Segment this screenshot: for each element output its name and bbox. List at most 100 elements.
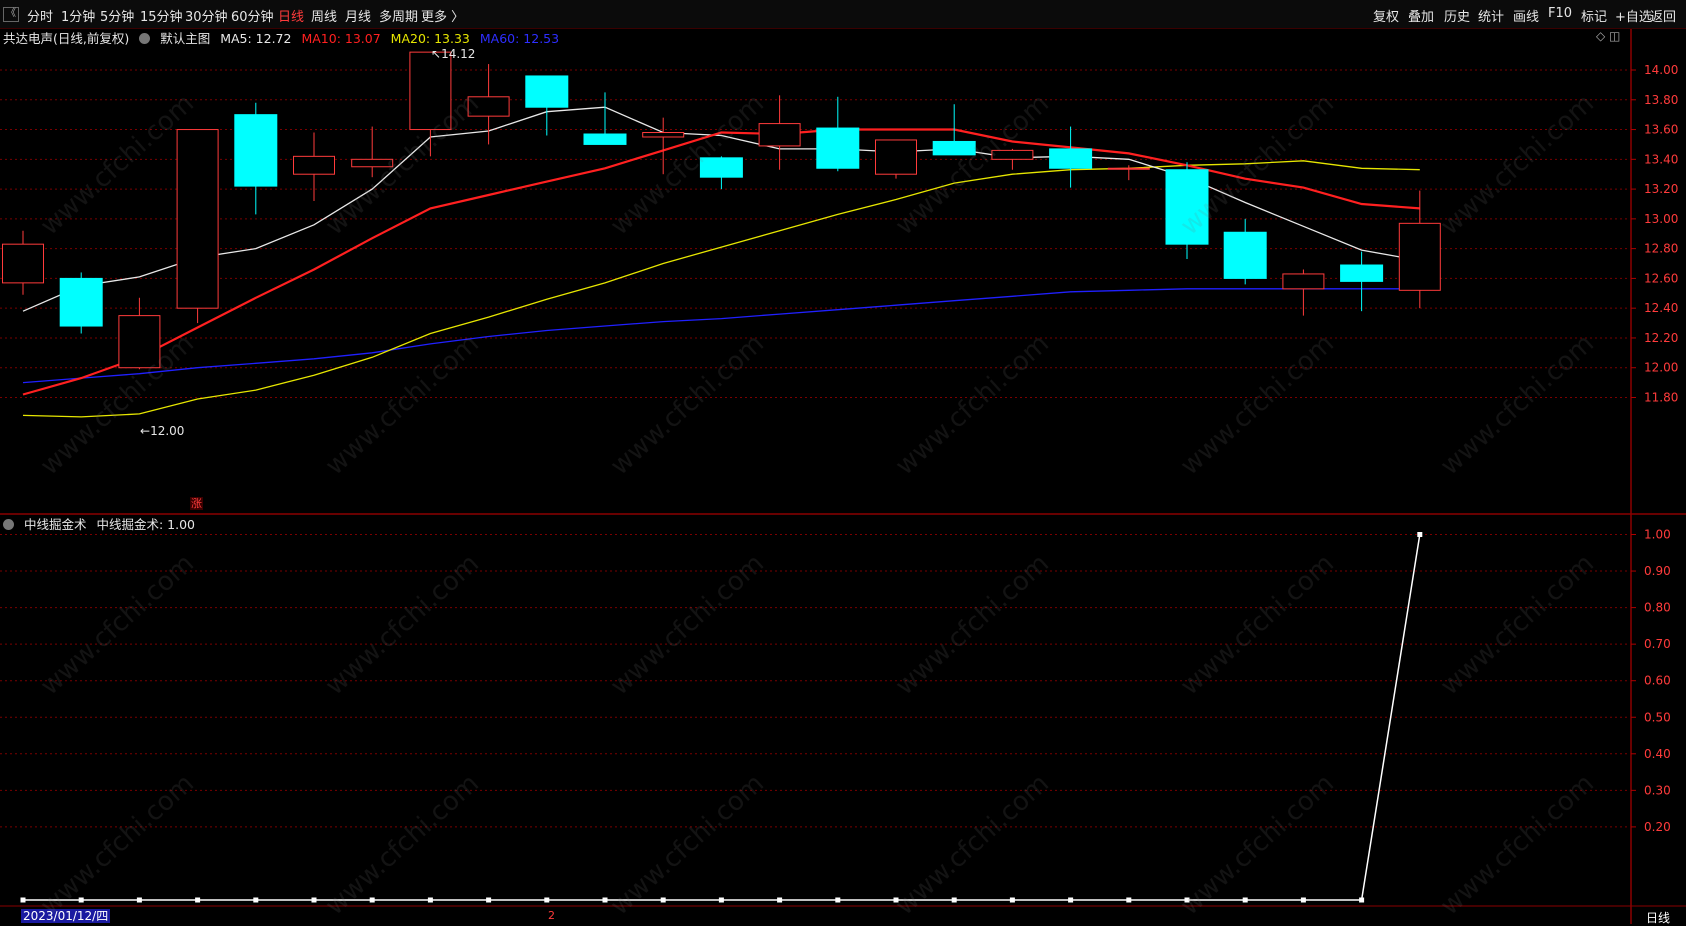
ma20-label: MA20: 13.33 [390,31,470,46]
price-tick-label: 13.00 [1644,212,1678,226]
candle-body [642,132,685,138]
moving-average-lines [22,106,1420,418]
candle-22 [1282,269,1325,316]
indicator-point [777,897,783,903]
candle-body [525,75,569,108]
candle-body [816,127,860,169]
candle-4 [234,102,278,215]
candle-body [1165,169,1209,245]
indicator-point [718,897,724,903]
stock-title[interactable]: 共达电声(日线,前复权) [3,31,129,46]
indicator-point [660,897,666,903]
indicator-point [951,897,957,903]
indicator-point [486,897,492,903]
candle-21 [1223,218,1267,285]
candle-body [467,96,510,117]
candle-7 [409,51,452,157]
kline-chart[interactable]: 14.00 13.80 13.60 13.40 13.20 13.00 12.80 12.60… [0,0,1686,924]
indicator-point [253,897,259,903]
indicator-tick-label: 0.20 [1644,820,1671,834]
cursor-date: 2023/01/12/四 [21,909,111,923]
candle-body [1282,273,1325,290]
settings-dot-icon[interactable] [139,33,151,44]
price-tick-label: 11.80 [1644,391,1678,405]
main-chart-label[interactable]: 默认主图 [160,31,210,46]
indicator-tick-label: 0.30 [1644,783,1671,797]
limit-up-marker[interactable]: 涨 [190,497,203,510]
candle-body [59,277,103,327]
indicator-legend: 中线掘金术 中线掘金术: 1.00 [3,514,201,533]
indicator-point [893,897,899,903]
indicator-point [602,897,608,903]
price-tick-label: 13.40 [1644,152,1678,166]
candle-body [875,139,917,175]
indicator-point [369,897,375,903]
candle-13 [758,95,801,170]
candle-body [351,158,394,168]
indicator-tick-label: 0.50 [1644,710,1671,724]
price-tick-label: 13.60 [1644,123,1678,137]
indicator-tick-label: 0.40 [1644,747,1671,761]
ma60-line [22,288,1420,384]
indicator-point [1126,897,1132,903]
indicator-point [835,897,841,903]
pane-control-icons[interactable]: ◇ ◫ [1596,29,1620,43]
candle-body [2,243,44,284]
indicator-settings-icon[interactable] [3,519,14,530]
indicator-tick-label: 0.80 [1644,601,1671,615]
indicator-title[interactable]: 中线掘金术 [24,517,87,532]
candle-body [758,123,801,147]
price-tick-label: 12.20 [1644,331,1678,345]
indicator-tick-label: 1.00 [1644,528,1671,542]
candle-body [176,129,219,309]
indicator-point [1359,897,1365,903]
indicator-point [1068,897,1074,903]
price-tick-label: 12.40 [1644,301,1678,315]
indicator-point [1184,897,1190,903]
high-price-annotation: ↖14.12 [431,47,476,61]
price-tick-label: 13.80 [1644,93,1678,107]
candle-17 [991,148,1034,170]
candle-body [293,155,335,175]
main-chart-legend: 共达电声(日线,前复权) 默认主图 MA5: 12.72 MA10: 13.07… [3,28,565,47]
candle-body [1340,264,1384,282]
candle-body [991,149,1034,160]
candle-body [1107,167,1150,170]
indicator-tick-label: 0.90 [1644,564,1671,578]
candle-23 [1340,251,1384,312]
low-price-annotation: ←12.00 [140,424,185,438]
indicator-point [427,897,433,903]
indicator-point [311,897,317,903]
price-tick-label: 14.00 [1644,63,1678,77]
candle-18 [1049,126,1093,188]
candle-15 [875,139,917,179]
candle-body [118,315,161,369]
candle-6 [351,126,394,178]
candle-body [932,140,976,156]
candle-14 [816,96,860,172]
indicator-tick-label: 0.60 [1644,674,1671,688]
price-tick-label: 12.60 [1644,271,1678,285]
indicator-point [78,897,84,903]
candle-20 [1165,162,1209,260]
candle-1 [59,272,103,334]
candle-12 [699,156,743,190]
candle-body [1049,148,1093,169]
candle-body [583,133,627,145]
period-label[interactable]: 日线 [1646,909,1670,926]
indicator-point [1242,897,1248,903]
ma10-label: MA10: 13.07 [301,31,381,46]
indicator-point [1009,897,1015,903]
ma60-label: MA60: 12.53 [479,31,560,46]
indicator-value: 中线掘金术: 1.00 [96,517,196,532]
ma5-label: MA5: 12.72 [220,31,292,46]
candle-body [234,114,278,187]
indicator-point [20,897,26,903]
price-axis: 14.00 13.80 13.60 13.40 13.20 13.00 12.80 12.60… [1631,63,1678,834]
indicator-tick-label: 0.70 [1644,637,1671,651]
candle-9 [525,75,569,136]
indicator-point [195,897,201,903]
price-tick-label: 12.00 [1644,361,1678,375]
candle-body [409,51,452,131]
indicator-point [136,897,142,903]
